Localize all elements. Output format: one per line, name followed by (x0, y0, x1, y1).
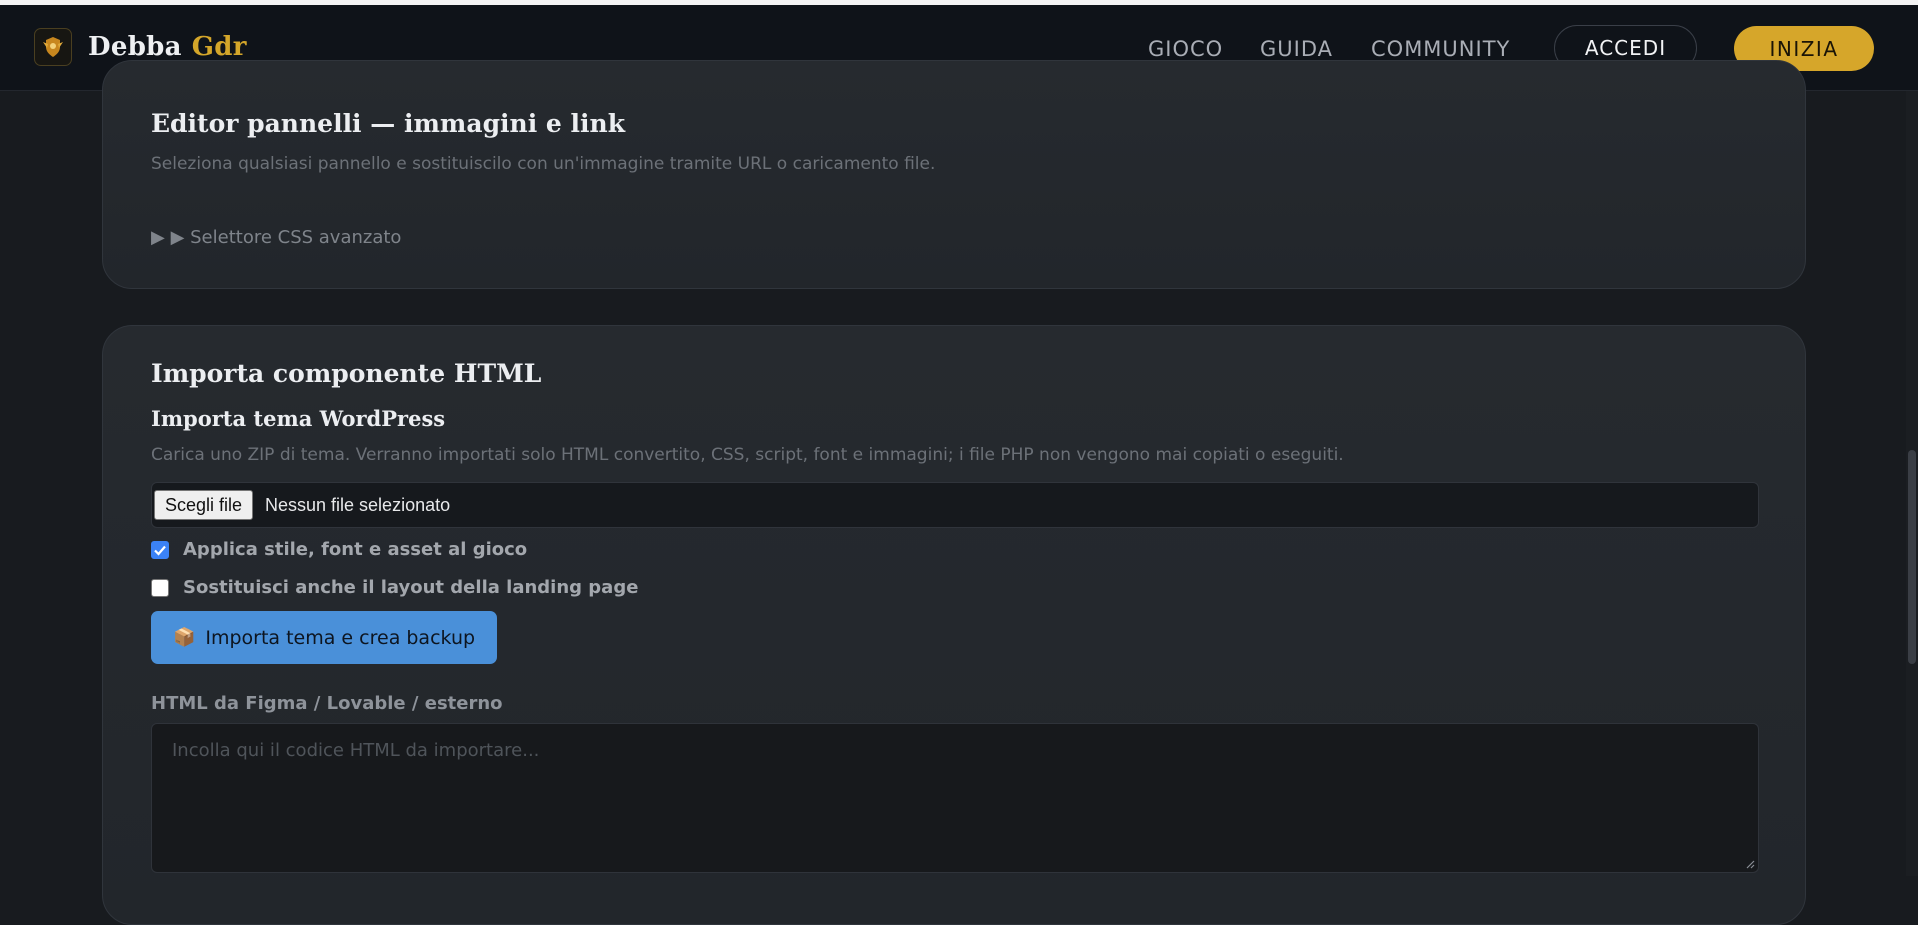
dragon-shield-icon[interactable] (34, 28, 72, 66)
panel-editor-card: Editor pannelli — immagini e link Selezi… (102, 60, 1806, 289)
choose-file-button[interactable]: Scegli file (154, 490, 254, 520)
replace-layout-checkbox[interactable] (151, 578, 169, 597)
html-code-textarea[interactable]: Incolla qui il codice HTML da importare.… (151, 723, 1759, 873)
import-theme-button[interactable]: 📦 Importa tema e crea backup (151, 611, 497, 664)
nav-link-guida[interactable]: GUIDA (1260, 37, 1333, 61)
nav-link-community[interactable]: COMMUNITY (1371, 37, 1510, 61)
replace-layout-label: Sostituisci anche il layout della landin… (183, 577, 639, 598)
wordpress-import-title: Importa tema WordPress (151, 406, 446, 431)
brand-name[interactable]: Debba Gdr (88, 32, 247, 62)
file-status-text: Nessun file selezionato (265, 495, 451, 515)
html-source-label: HTML da Figma / Lovable / esterno (151, 693, 503, 714)
page-scrollbar-thumb[interactable] (1908, 450, 1916, 664)
package-icon: 📦 (172, 627, 196, 648)
panel-editor-description: Seleziona qualsiasi pannello e sostituis… (151, 154, 936, 174)
nav-link-gioco[interactable]: GIOCO (1148, 37, 1223, 61)
check-icon (154, 545, 166, 556)
html-code-placeholder: Incolla qui il codice HTML da importare.… (172, 740, 540, 761)
import-theme-button-label: Importa tema e crea backup (205, 626, 476, 649)
advanced-css-selector-toggle[interactable]: ▶ ▶ Selettore CSS avanzato (151, 227, 401, 248)
replace-layout-option: Sostituisci anche il layout della landin… (151, 577, 638, 598)
theme-file-input[interactable]: Scegli file Nessun file selezionato (151, 482, 1759, 528)
brand-name-part2: Gdr (191, 32, 247, 62)
apply-style-option: Applica stile, font e asset al gioco (151, 539, 527, 560)
import-component-title: Importa componente HTML (151, 359, 542, 388)
apply-style-label: Applica stile, font e asset al gioco (183, 539, 528, 560)
apply-style-checkbox[interactable] (151, 540, 169, 559)
brand-name-part1: Debba (88, 32, 182, 62)
wordpress-import-description: Carica uno ZIP di tema. Verranno importa… (151, 445, 1344, 465)
resize-handle-icon[interactable] (1745, 859, 1755, 869)
import-component-card: Importa componente HTML Importa tema Wor… (102, 325, 1806, 925)
panel-editor-title: Editor pannelli — immagini e link (151, 109, 626, 138)
